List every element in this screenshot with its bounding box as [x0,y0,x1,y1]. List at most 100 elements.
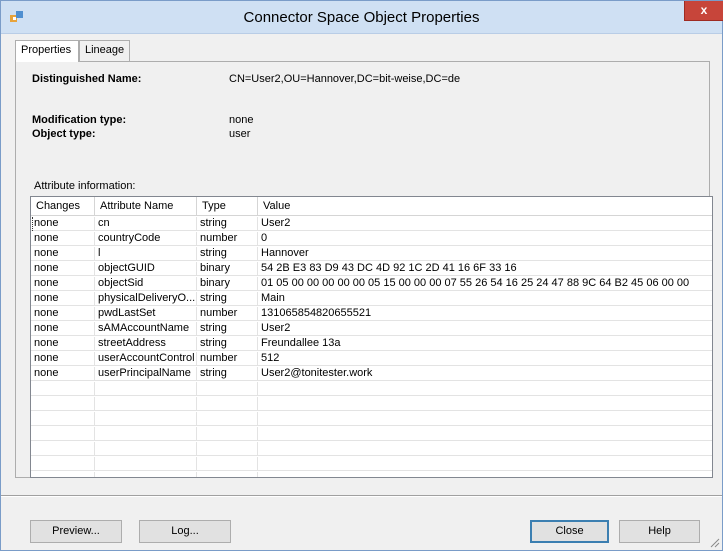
close-button[interactable]: Close [530,520,609,543]
change-cell: none [31,217,95,231]
change-cell: none [31,337,95,351]
window-title: Connector Space Object Properties [243,9,480,26]
attribute-name-cell [95,412,197,426]
dn-value: CN=User2,OU=Hannover,DC=bit-weise,DC=de [229,73,461,85]
object-type-label: Object type: [32,128,96,140]
type-cell [197,472,258,477]
type-cell: binary [197,262,258,276]
dn-label: Distinguished Name: [32,73,142,85]
value-cell: 54 2B E3 83 D9 43 DC 4D 92 1C 2D 41 16 6… [261,262,517,274]
type-cell [197,397,258,411]
table-row[interactable]: none userAccountControl number 512 [31,352,712,366]
column-header-changes[interactable]: Changes [31,197,95,216]
table-row[interactable] [31,427,712,441]
object-type-value: user [229,128,251,140]
type-cell: string [197,217,258,231]
log-button[interactable]: Log... [139,520,231,543]
type-cell [197,382,258,396]
value-cell: Freundallee 13a [261,337,341,349]
type-cell [197,412,258,426]
table-row[interactable]: none streetAddress string Freundallee 13a [31,337,712,351]
table-row[interactable] [31,457,712,471]
focus-indicator [32,217,33,231]
attribute-name-cell [95,472,197,477]
value-cell [258,457,712,471]
attribute-name-cell [95,442,197,456]
table-row[interactable]: none countryCode number 0 [31,232,712,246]
attribute-name-cell: physicalDeliveryO... [95,292,197,306]
title-bar[interactable]: Connector Space Object Properties [1,1,722,34]
help-button[interactable]: Help [619,520,700,543]
table-row[interactable]: none objectGUID binary 54 2B E3 83 D9 43 DC… [31,262,712,276]
type-cell: string [197,322,258,336]
change-cell [31,472,95,477]
table-row[interactable] [31,472,712,477]
type-cell: string [197,337,258,351]
change-cell: none [31,322,95,336]
tab-properties-label: Properties [21,44,72,56]
table-row[interactable]: none userPrincipalName string User2@tonites… [31,367,712,381]
change-cell: none [31,292,95,306]
resize-grip-icon[interactable] [708,536,720,548]
attribute-name-cell: userAccountControl [95,352,197,366]
table-row[interactable] [31,442,712,456]
table-row[interactable]: none objectSid binary 01 05 00 00 00 00 00 … [31,277,712,291]
change-cell: none [31,367,95,381]
change-cell [31,412,95,426]
attribute-name-cell: l [95,247,197,261]
attribute-name-cell: cn [95,217,197,231]
attribute-name-cell: countryCode [95,232,197,246]
table-row[interactable] [31,412,712,426]
value-cell [258,412,712,426]
change-cell: none [31,232,95,246]
change-cell [31,397,95,411]
change-cell: none [31,307,95,321]
type-cell: number [197,232,258,246]
type-cell [197,442,258,456]
value-cell [258,397,712,411]
table-row[interactable] [31,382,712,396]
type-cell [197,457,258,471]
type-cell: string [197,247,258,261]
attribute-info-label: Attribute information: [34,180,136,192]
properties-panel: Distinguished Name: CN=User2,OU=Hannover… [15,61,713,478]
change-cell: none [31,247,95,261]
type-cell: binary [197,277,258,291]
column-header-attribute-name[interactable]: Attribute Name [95,197,197,216]
value-cell: 131065854820655521 [261,307,372,319]
value-cell [258,382,712,396]
modification-type-value: none [229,114,254,126]
value-cell: 512 [261,352,280,364]
table-row[interactable]: none sAMAccountName string User2 [31,322,712,336]
type-cell: string [197,367,258,381]
table-row[interactable]: none l string Hannover [31,247,712,261]
attribute-name-cell: objectSid [95,277,197,291]
type-cell [197,427,258,441]
table-row[interactable]: none cn string User2 [31,217,712,231]
table-row[interactable] [31,397,712,411]
attribute-name-cell [95,427,197,441]
type-cell: string [197,292,258,306]
attribute-name-cell: pwdLastSet [95,307,197,321]
tab-lineage[interactable]: Lineage [79,40,130,61]
column-header-value[interactable]: Value [258,197,712,216]
attribute-grid[interactable]: Changes Attribute Name Type Value none cn… [30,196,713,478]
value-cell: User2@tonitester.work [261,367,373,379]
table-row[interactable]: none pwdLastSet number 131065854820655521 [31,307,712,321]
column-header-type[interactable]: Type [197,197,258,216]
tab-properties[interactable]: Properties [15,40,79,62]
change-cell [31,382,95,396]
attribute-name-cell: sAMAccountName [95,322,197,336]
change-cell [31,442,95,456]
close-icon: x [700,3,708,17]
properties-dialog: Connector Space Object Properties x Prop… [0,0,723,551]
change-cell [31,427,95,441]
change-cell: none [31,262,95,276]
close-window-button[interactable]: x [684,1,723,21]
preview-button[interactable]: Preview... [30,520,122,543]
change-cell: none [31,277,95,291]
attribute-name-cell [95,382,197,396]
attribute-name-cell: objectGUID [95,262,197,276]
table-row[interactable]: none physicalDeliveryO... string Main [31,292,712,306]
type-cell: number [197,307,258,321]
